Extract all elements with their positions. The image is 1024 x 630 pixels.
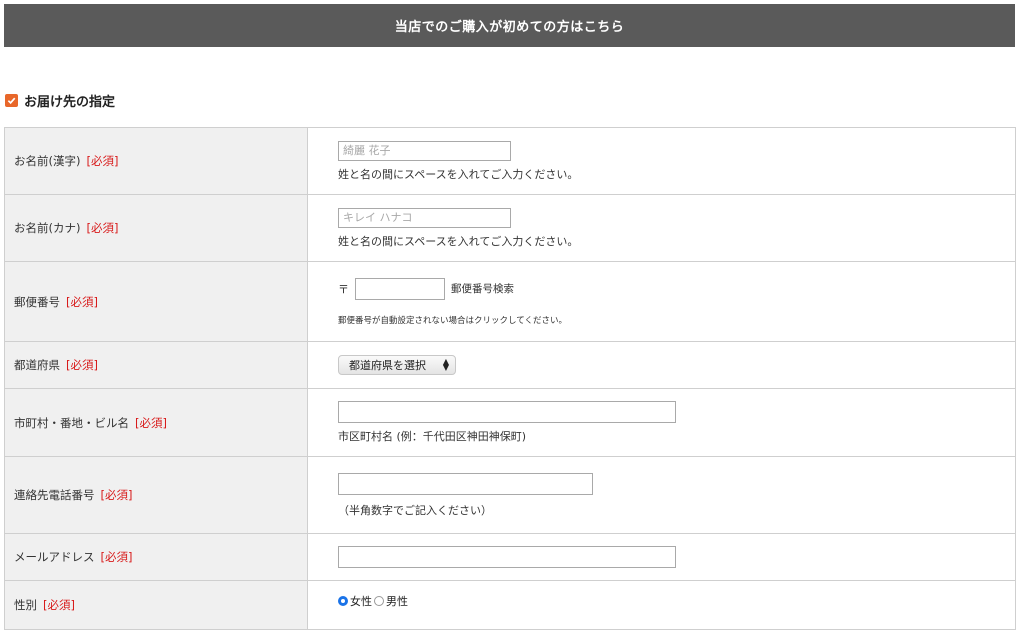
required-badge: [必須] (100, 550, 133, 564)
required-badge: [必須] (86, 154, 119, 168)
prefecture-selected-value: 都道府県を選択 (349, 359, 426, 372)
phone-note: （半角数字でご記入ください） (338, 503, 492, 517)
row-name-kanji: お名前(漢字) [必須] 姓と名の間にスペースを入れてご入力ください。 (5, 128, 1016, 195)
row-gender: 性別 [必須] 女性 男性 (5, 581, 1016, 630)
row-name-kana: お名前(カナ) [必須] 姓と名の間にスペースを入れてご入力ください。 (5, 195, 1016, 262)
postal-code-input[interactable] (355, 277, 445, 300)
required-badge: [必須] (100, 488, 133, 502)
section-title: お届け先の指定 (24, 94, 116, 110)
checkbox-checked-icon (5, 93, 18, 107)
phone-input[interactable] (338, 472, 593, 495)
email-input[interactable] (338, 546, 676, 568)
label-postal-code: 郵便番号 [必須] (5, 262, 308, 341)
prefecture-select[interactable]: 都道府県を選択 ▲ ▼ (338, 355, 456, 375)
postal-search-link[interactable]: 郵便番号検索 (451, 281, 514, 296)
label-name-kana: お名前(カナ) [必須] (5, 195, 308, 261)
row-email: メールアドレス [必須] (5, 534, 1016, 581)
name-kanji-note: 姓と名の間にスペースを入れてご入力ください。 (338, 167, 579, 181)
section-heading: お届け先の指定 (5, 91, 116, 110)
postal-mark: 〒 (338, 282, 349, 296)
required-badge: [必須] (135, 415, 167, 430)
required-badge: [必須] (86, 221, 119, 235)
address-input[interactable] (338, 401, 676, 423)
postal-code-note: 郵便番号が自動設定されない場合はクリックしてください。 (338, 315, 567, 326)
row-address: 市町村・番地・ビル名 [必須] 市区町村名 (例：千代田区神田神保町) (5, 389, 1016, 457)
first-time-banner-text: 当店でのご購入が初めての方はこちら (394, 20, 625, 35)
row-phone: 連絡先電話番号 [必須] （半角数字でご記入ください） (5, 457, 1016, 534)
label-address: 市町村・番地・ビル名 [必須] (5, 389, 308, 456)
gender-radio-group: 女性 男性 (338, 593, 1015, 609)
gender-female-radio[interactable] (338, 596, 348, 606)
row-prefecture: 都道府県 [必須] 都道府県を選択 ▲ ▼ (5, 342, 1016, 389)
gender-male-label[interactable]: 男性 (386, 593, 408, 609)
name-kana-note: 姓と名の間にスペースを入れてご入力ください。 (338, 234, 579, 248)
required-badge: [必須] (43, 598, 75, 612)
select-arrows-icon: ▲ ▼ (442, 357, 449, 372)
label-gender: 性別 [必須] (5, 581, 308, 629)
required-badge: [必須] (66, 358, 98, 372)
delivery-form-table: お名前(漢字) [必須] 姓と名の間にスペースを入れてご入力ください。 お名前(… (4, 127, 1016, 630)
first-time-customer-banner[interactable]: 当店でのご購入が初めての方はこちら (4, 4, 1015, 47)
label-phone: 連絡先電話番号 [必須] (5, 457, 308, 533)
label-email: メールアドレス [必須] (5, 534, 308, 580)
required-badge: [必須] (66, 294, 98, 309)
label-prefecture: 都道府県 [必須] (5, 342, 308, 388)
gender-male-radio[interactable] (374, 596, 384, 606)
address-note: 市区町村名 (例：千代田区神田神保町) (338, 430, 527, 443)
name-kanji-input[interactable] (338, 140, 511, 161)
row-postal-code: 郵便番号 [必須] 〒 郵便番号検索 郵便番号が自動設定されない場合はクリックし… (5, 262, 1016, 342)
name-kana-input[interactable] (338, 207, 511, 228)
label-name-kanji: お名前(漢字) [必須] (5, 128, 308, 194)
gender-female-label[interactable]: 女性 (350, 593, 372, 609)
